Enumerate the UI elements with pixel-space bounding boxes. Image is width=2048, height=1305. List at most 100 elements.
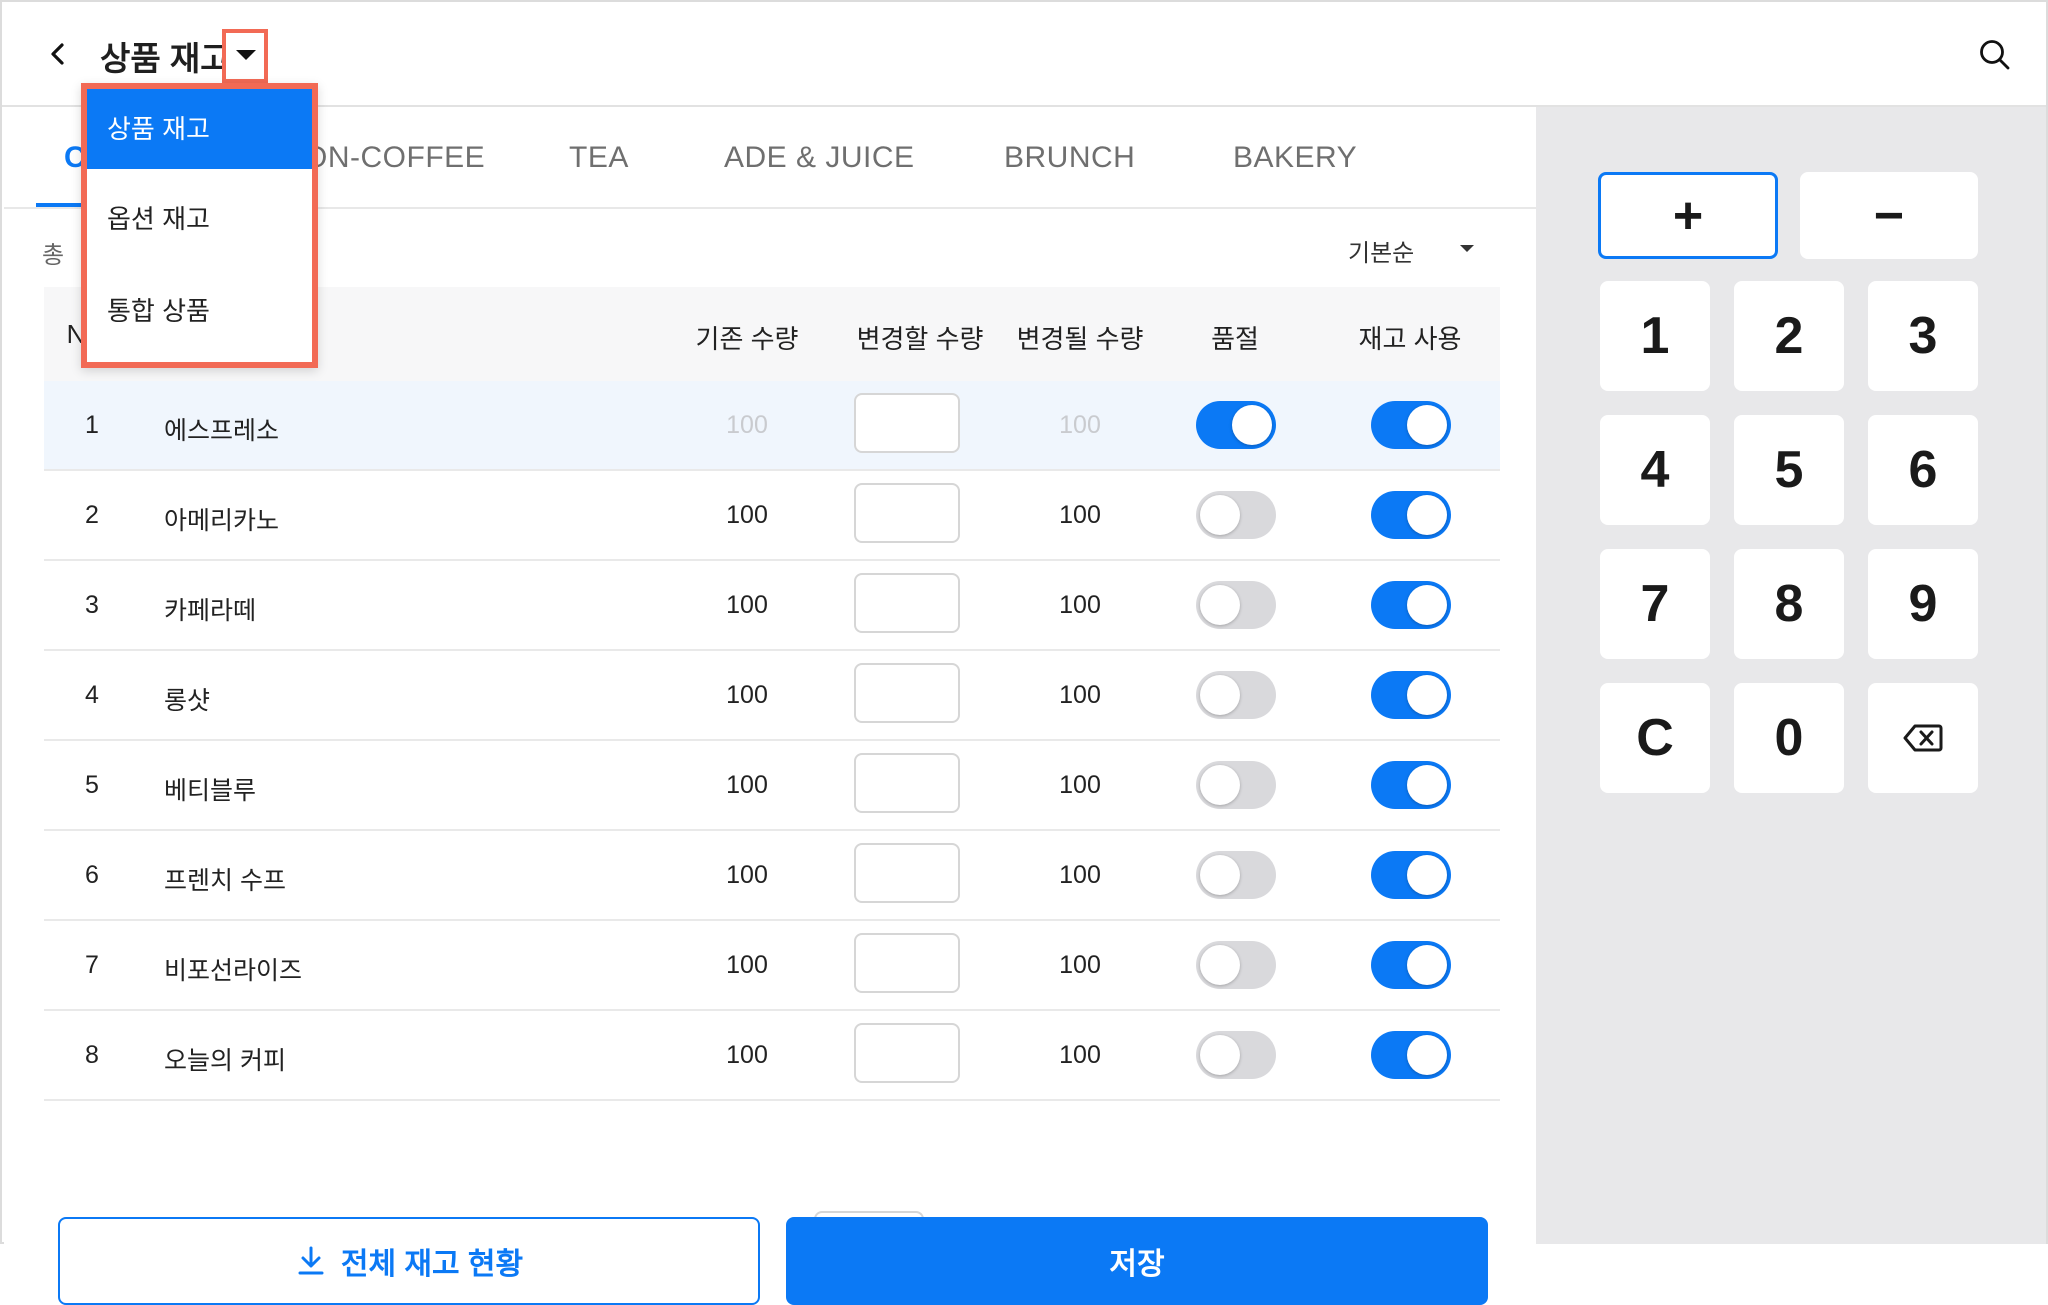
change-qty-input[interactable]: [854, 1023, 960, 1083]
toggle-knob: [1407, 855, 1447, 895]
row-number: 2: [85, 501, 99, 529]
back-button[interactable]: [40, 36, 76, 72]
change-qty-input[interactable]: [854, 843, 960, 903]
stock-use-toggle[interactable]: [1371, 851, 1451, 899]
column-changed-qty: 변경될 수량: [1016, 324, 1144, 354]
product-name: 카페라떼: [164, 597, 257, 625]
export-stock-button[interactable]: 전체 재고 현황: [58, 1217, 760, 1305]
stock-use-toggle[interactable]: [1371, 761, 1451, 809]
title-dropdown-button[interactable]: [222, 29, 268, 83]
toggle-knob: [1200, 495, 1240, 535]
row-number: 6: [85, 861, 99, 889]
column-change-qty: 변경할 수량: [856, 324, 984, 354]
soldout-toggle[interactable]: [1196, 581, 1276, 629]
toggle-knob: [1407, 945, 1447, 985]
plus-key[interactable]: +: [1598, 172, 1778, 259]
clear-key[interactable]: C: [1600, 683, 1710, 793]
tab-brunch[interactable]: BRUNCH: [1004, 141, 1135, 175]
soldout-toggle[interactable]: [1196, 1031, 1276, 1079]
stock-use-toggle[interactable]: [1371, 671, 1451, 719]
backspace-icon: [1903, 724, 1943, 752]
menu-item-combined-product[interactable]: 통합 상품: [87, 269, 312, 353]
search-button[interactable]: [1978, 38, 2012, 72]
change-qty-input[interactable]: [854, 393, 960, 453]
key-9[interactable]: 9: [1868, 549, 1978, 659]
save-button[interactable]: 저장: [786, 1217, 1488, 1305]
tab-tea[interactable]: TEA: [569, 141, 629, 175]
change-qty-input[interactable]: [854, 483, 960, 543]
current-qty: 100: [726, 411, 768, 439]
product-name: 비포선라이즈: [164, 957, 303, 985]
product-name: 에스프레소: [164, 417, 280, 445]
change-qty-input[interactable]: [854, 933, 960, 993]
menu-item-option-stock[interactable]: 옵션 재고: [87, 177, 312, 261]
soldout-toggle[interactable]: [1196, 401, 1276, 449]
table-row[interactable]: 4 롱샷 100 100: [44, 651, 1500, 741]
caret-down-icon: [236, 50, 256, 60]
current-qty: 100: [726, 501, 768, 529]
changed-qty: 100: [1059, 771, 1101, 799]
stock-use-toggle[interactable]: [1371, 941, 1451, 989]
sort-select[interactable]: 기본순: [1348, 233, 1414, 268]
toggle-knob: [1200, 945, 1240, 985]
changed-qty: 100: [1059, 411, 1101, 439]
key-6[interactable]: 6: [1868, 415, 1978, 525]
changed-qty: 100: [1059, 951, 1101, 979]
key-2[interactable]: 2: [1734, 281, 1844, 391]
minus-key[interactable]: −: [1800, 172, 1978, 259]
soldout-toggle[interactable]: [1196, 851, 1276, 899]
toggle-knob: [1200, 1035, 1240, 1075]
menu-item-product-stock[interactable]: 상품 재고: [87, 89, 312, 169]
tab-bakery[interactable]: BAKERY: [1233, 141, 1357, 175]
row-number: 8: [85, 1041, 99, 1069]
tab-ade-juice[interactable]: ADE & JUICE: [724, 141, 915, 175]
changed-qty: 100: [1059, 501, 1101, 529]
row-number: 1: [85, 411, 99, 439]
current-qty: 100: [726, 681, 768, 709]
key-8[interactable]: 8: [1734, 549, 1844, 659]
key-3[interactable]: 3: [1868, 281, 1978, 391]
table-row[interactable]: 5 베티블루 100 100: [44, 741, 1500, 831]
column-stock-use: 재고 사용: [1358, 324, 1462, 354]
product-name: 롱샷: [164, 687, 211, 715]
table-row[interactable]: 8 오늘의 커피 100 100: [44, 1011, 1500, 1101]
stock-use-toggle[interactable]: [1371, 401, 1451, 449]
stock-use-toggle[interactable]: [1371, 581, 1451, 629]
change-qty-input[interactable]: [854, 663, 960, 723]
key-5[interactable]: 5: [1734, 415, 1844, 525]
title-dropdown-menu: 상품 재고 옵션 재고 통합 상품: [81, 83, 318, 368]
change-qty-input[interactable]: [854, 573, 960, 633]
backspace-key[interactable]: [1868, 683, 1978, 793]
current-qty: 100: [726, 861, 768, 889]
keypad-panel: + − 1 2 3 4 5 6 7 8 9 C 0: [1536, 107, 2046, 1244]
key-1[interactable]: 1: [1600, 281, 1710, 391]
current-qty: 100: [726, 951, 768, 979]
export-stock-label: 전체 재고 현황: [340, 1248, 524, 1281]
chevron-left-icon: [51, 43, 64, 65]
soldout-toggle[interactable]: [1196, 761, 1276, 809]
page-title: 상품 재고: [100, 40, 231, 77]
toggle-knob: [1232, 405, 1272, 445]
key-0[interactable]: 0: [1734, 683, 1844, 793]
stock-use-toggle[interactable]: [1371, 1031, 1451, 1079]
current-qty: 100: [726, 771, 768, 799]
stock-use-toggle[interactable]: [1371, 491, 1451, 539]
table-row[interactable]: 7 비포선라이즈 100 100: [44, 921, 1500, 1011]
toggle-knob: [1200, 855, 1240, 895]
caret-down-icon[interactable]: [1460, 245, 1474, 252]
table-row[interactable]: 2 아메리카노 100 100: [44, 471, 1500, 561]
table-row[interactable]: 6 프렌치 수프 100 100: [44, 831, 1500, 921]
toggle-knob: [1407, 405, 1447, 445]
key-4[interactable]: 4: [1600, 415, 1710, 525]
soldout-toggle[interactable]: [1196, 491, 1276, 539]
changed-qty: 100: [1059, 681, 1101, 709]
table-row[interactable]: 3 카페라떼 100 100: [44, 561, 1500, 651]
key-7[interactable]: 7: [1600, 549, 1710, 659]
soldout-toggle[interactable]: [1196, 941, 1276, 989]
tab-non-coffee[interactable]: ON-COFFEE: [304, 141, 485, 175]
table-row[interactable]: 1 에스프레소 100 100: [44, 381, 1500, 471]
row-number: 5: [85, 771, 99, 799]
change-qty-input[interactable]: [854, 753, 960, 813]
toggle-knob: [1200, 765, 1240, 805]
soldout-toggle[interactable]: [1196, 671, 1276, 719]
